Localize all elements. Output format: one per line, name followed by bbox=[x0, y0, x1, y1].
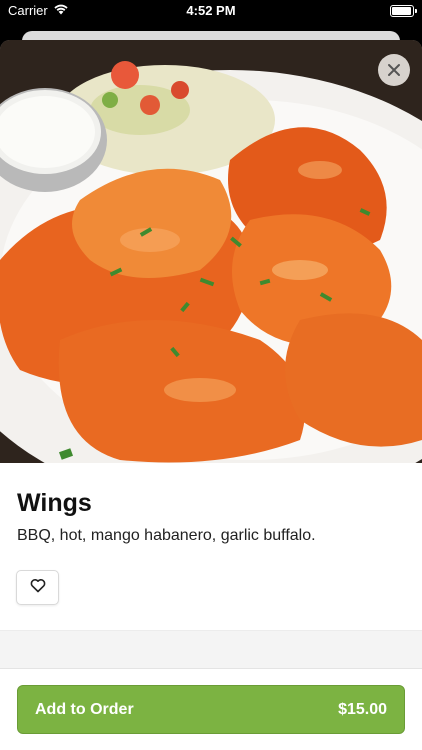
close-button[interactable] bbox=[378, 54, 410, 86]
close-icon bbox=[387, 63, 401, 77]
add-to-order-label: Add to Order bbox=[35, 700, 134, 718]
item-description: BBQ, hot, mango habanero, garlic buffalo… bbox=[17, 527, 316, 544]
item-photo bbox=[0, 40, 422, 463]
wings-illustration bbox=[0, 40, 422, 463]
status-time: 4:52 PM bbox=[186, 3, 236, 18]
item-title: Wings bbox=[17, 489, 92, 517]
add-to-order-button[interactable]: Add to Order $15.00 bbox=[17, 685, 405, 734]
battery-fill bbox=[392, 7, 411, 15]
order-footer: Add to Order $15.00 bbox=[0, 668, 422, 750]
item-price: $15.00 bbox=[338, 700, 387, 718]
item-detail-sheet: Wings BBQ, hot, mango habanero, garlic b… bbox=[0, 40, 422, 750]
section-divider bbox=[0, 630, 422, 668]
favorite-button[interactable] bbox=[16, 570, 59, 605]
battery-icon bbox=[390, 5, 417, 17]
status-bar: Carrier 4:52 PM bbox=[0, 0, 422, 22]
heart-outline-icon bbox=[30, 578, 46, 598]
